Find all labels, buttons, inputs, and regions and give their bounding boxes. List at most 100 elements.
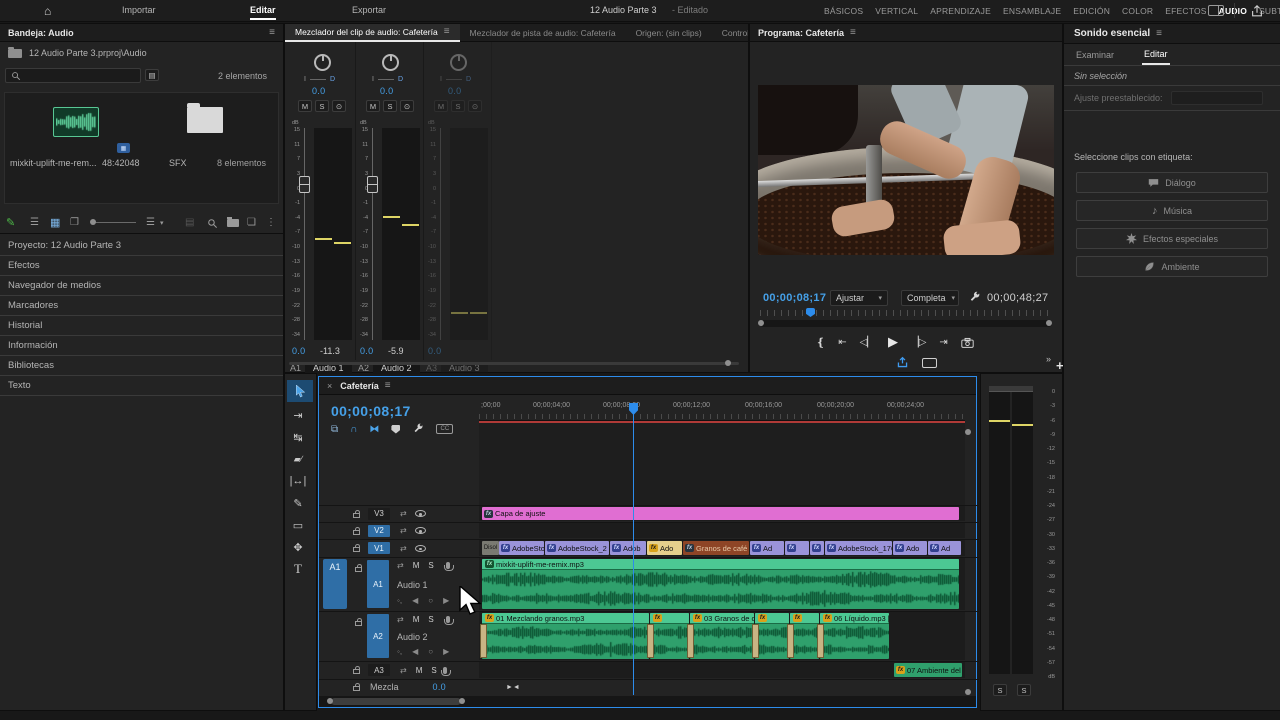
settings-wrench-icon[interactable] — [968, 291, 981, 304]
tag-button-musica[interactable]: ♪ Música — [1076, 200, 1268, 221]
track-a3-lane[interactable]: fx 07 Ambiente del — [479, 662, 965, 678]
timeline-tab-close-icon[interactable]: × — [327, 381, 332, 391]
workspace-edicion[interactable]: EDICIÓN — [1067, 6, 1116, 16]
solo-button[interactable]: S — [428, 615, 433, 624]
quick-export-blue-icon[interactable] — [896, 356, 909, 369]
fader-track[interactable] — [372, 128, 373, 340]
menu-editar[interactable]: Editar — [250, 5, 276, 20]
step-back-icon[interactable]: ◁▏ — [860, 337, 875, 348]
clip-granos-audio[interactable]: fx03 Granos de c — [690, 613, 754, 659]
sync-lock-icon[interactable]: ⇄ — [397, 615, 404, 624]
ripple-edit-tool[interactable]: ↹ — [285, 426, 311, 448]
mixer-scrollbar[interactable] — [289, 362, 739, 365]
keyframe-toggle-icon[interactable]: ◦, — [397, 596, 402, 605]
linked-selection-icon[interactable]: ⧓ — [369, 424, 379, 435]
new-item-icon[interactable]: ❏ — [247, 217, 256, 228]
clip-audio[interactable]: fx — [650, 613, 689, 659]
toggle-output-eye-icon[interactable] — [415, 510, 426, 517]
workspace-efectos[interactable]: EFECTOS — [1159, 6, 1212, 16]
add-keyframe-icon[interactable]: ○ — [428, 596, 433, 605]
transition-dissolve[interactable]: Disol — [482, 541, 499, 555]
clip-ambiente[interactable]: fx 07 Ambiente del — [894, 663, 962, 677]
tab-examinar[interactable]: Examinar — [1076, 50, 1114, 60]
pan-slider[interactable] — [310, 79, 326, 80]
program-scrollbar[interactable] — [760, 320, 1052, 327]
stacked-panel-tab[interactable]: Navegador de medios — [0, 276, 283, 296]
captions-icon[interactable]: CC — [436, 424, 453, 434]
lock-icon[interactable] — [353, 686, 360, 691]
solo-right-button[interactable]: S — [1017, 684, 1031, 696]
playhead-line[interactable] — [633, 413, 634, 695]
program-scroll-knob-left[interactable] — [758, 320, 764, 326]
source-patch-a1[interactable]: A1 — [323, 559, 347, 609]
workspace-color[interactable]: COLOR — [1116, 6, 1159, 16]
timeline-timecode[interactable]: 00;00;08;17 — [331, 403, 411, 419]
solo-button[interactable]: S — [431, 666, 436, 675]
mixer-panel-menu-icon[interactable]: ≡ — [444, 26, 450, 37]
resolution-dropdown[interactable]: Completa▾ — [901, 290, 959, 306]
clip-adobestock[interactable]: fxAdo — [893, 541, 927, 555]
stacked-panel-tab[interactable]: Marcadores — [0, 296, 283, 316]
go-to-out-icon[interactable]: ⇥ — [939, 337, 947, 348]
solo-button[interactable]: S — [383, 100, 397, 112]
stacked-panel-tab[interactable]: Texto — [0, 376, 283, 396]
clip-adobestock[interactable]: fxAdob — [610, 541, 646, 555]
timeline-panel-menu-icon[interactable]: ≡ — [385, 380, 391, 391]
add-marker-icon[interactable] — [391, 425, 400, 434]
solo-button[interactable]: S — [451, 100, 465, 112]
lock-icon[interactable] — [353, 669, 360, 674]
stacked-panel-tab[interactable]: Proyecto: 12 Audio Parte 3 — [0, 236, 283, 256]
clip-adobestock[interactable]: fx — [785, 541, 809, 555]
keyframe-record-button[interactable]: ⊙ — [332, 100, 346, 112]
panel-layout-icon[interactable] — [1208, 5, 1224, 16]
track-v3-lane[interactable]: fx Capa de ajuste — [479, 506, 965, 521]
prev-keyframe-icon[interactable]: ◀ — [412, 647, 418, 656]
sort-chevron-icon[interactable]: ▾ — [160, 219, 164, 227]
mute-button[interactable]: M — [413, 561, 420, 570]
voiceover-record-mic-icon[interactable] — [446, 616, 450, 623]
tag-button-ambiente[interactable]: Ambiente — [1076, 256, 1268, 277]
menu-exportar[interactable]: Exportar — [352, 5, 386, 15]
sync-lock-icon[interactable]: ⇄ — [400, 526, 407, 535]
pan-slider[interactable] — [446, 79, 462, 80]
home-icon[interactable]: ⌂ — [44, 4, 51, 18]
lock-icon[interactable] — [353, 513, 360, 518]
fit-dropdown[interactable]: Ajustar▾ — [830, 290, 888, 306]
clip-adobestock[interactable]: fxAd — [928, 541, 961, 555]
clip-adobestock[interactable]: fxAdobeStock_176 — [825, 541, 892, 555]
rectangle-tool[interactable]: ▭ — [285, 514, 311, 536]
track-v1-lane[interactable]: Disol fxAdobeSto fxAdobeStock_2 fxAdob f… — [479, 540, 965, 556]
lock-icon[interactable] — [353, 530, 360, 535]
toggle-output-eye-icon[interactable] — [415, 545, 426, 552]
stacked-panel-tab[interactable]: Bibliotecas — [0, 356, 283, 376]
thumbnail-view-icon[interactable]: ▦ — [50, 216, 60, 229]
pan-knob[interactable] — [382, 54, 399, 71]
bin-filter-icon[interactable]: ▤ — [145, 69, 159, 81]
track-v3-label[interactable]: V3 — [368, 508, 390, 520]
mix-level-value[interactable]: 0.0 — [433, 682, 446, 692]
tab-clip-mixer[interactable]: Mezclador del clip de audio: Cafetería≡ — [285, 24, 460, 42]
bin-search-input[interactable] — [5, 68, 141, 83]
track-v2-label[interactable]: V2 — [368, 525, 390, 537]
fader-handle[interactable] — [299, 176, 310, 193]
timeline-workarea[interactable] — [479, 423, 965, 505]
hand-tool[interactable]: ✥ — [285, 536, 311, 558]
slip-tool[interactable]: |↔| — [285, 470, 311, 492]
hscroll-knob-right[interactable] — [459, 698, 465, 704]
find-icon[interactable] — [207, 218, 218, 229]
crossfade-transition[interactable] — [787, 624, 794, 658]
sort-icon[interactable]: ☰ — [146, 217, 155, 228]
program-add-button[interactable]: + — [1056, 358, 1064, 373]
go-to-in-icon[interactable]: ⇤ — [838, 337, 846, 348]
crossfade-transition[interactable] — [480, 624, 487, 658]
clip-adobestock[interactable]: fxAdobeStock_2 — [545, 541, 609, 555]
tab-editar[interactable]: Editar — [1142, 45, 1170, 65]
hscroll-knob-left[interactable] — [327, 698, 333, 704]
clip-yellow[interactable]: fxAdo — [647, 541, 682, 555]
clip-adobestock[interactable]: fxAdobeSto — [499, 541, 544, 555]
voiceover-record-mic-icon[interactable] — [443, 667, 447, 674]
solo-button[interactable]: S — [428, 561, 433, 570]
vscroll-knob-bottom[interactable] — [965, 689, 971, 695]
fader-track[interactable] — [304, 128, 305, 340]
new-bin-icon[interactable] — [227, 219, 239, 227]
